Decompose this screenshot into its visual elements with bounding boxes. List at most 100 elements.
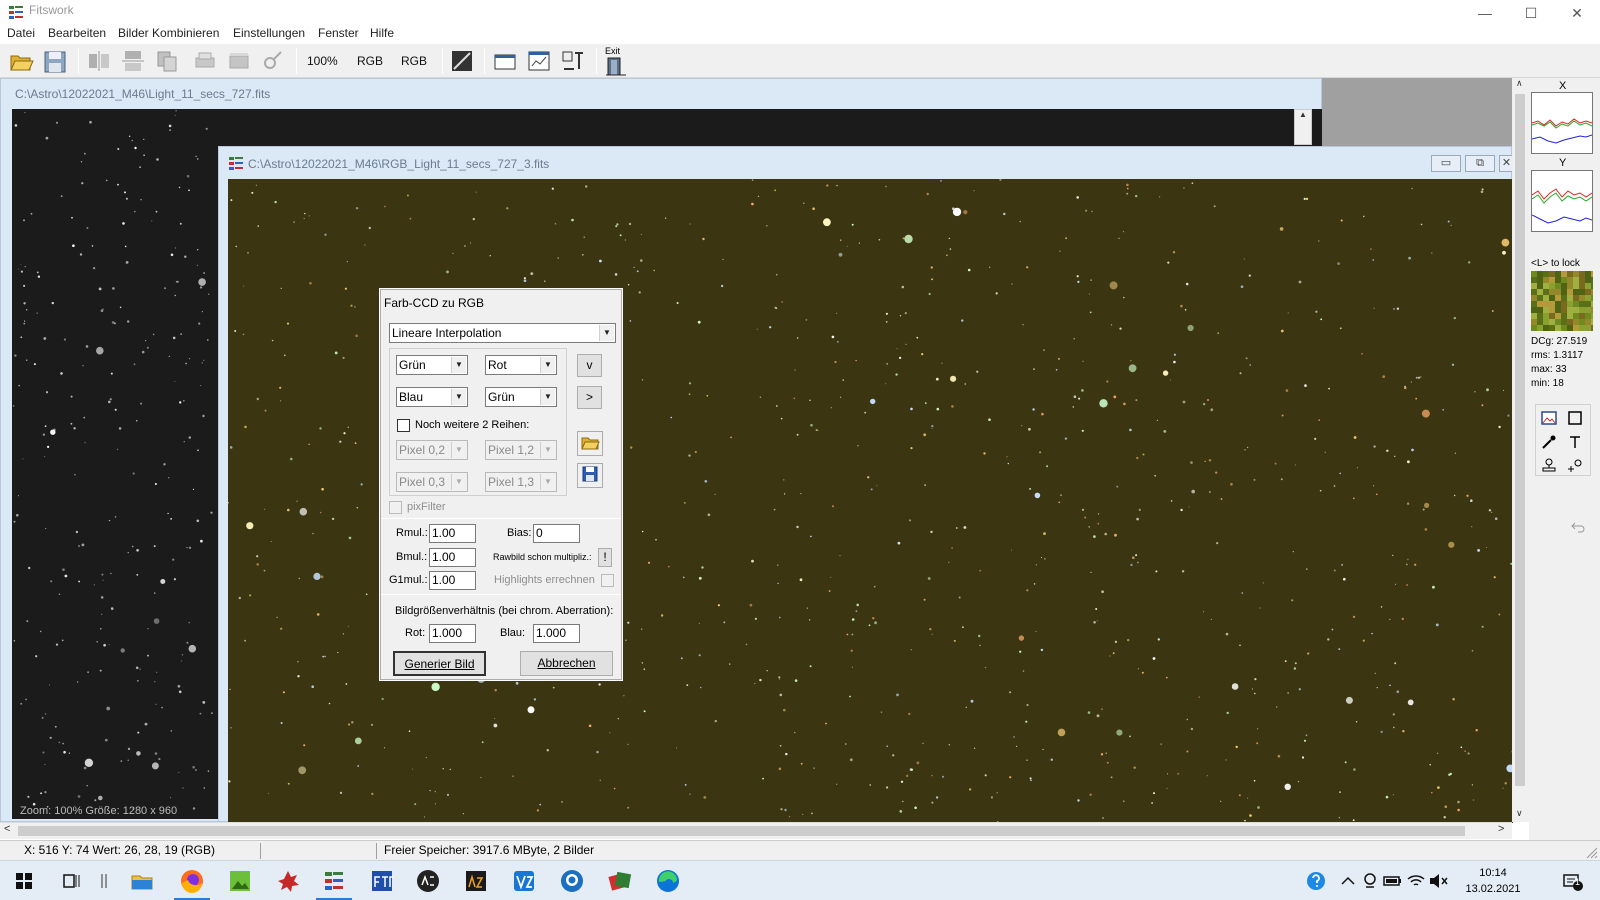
matrix-r2c1-select[interactable]: Blau ▼: [396, 387, 468, 407]
resize-grip-icon[interactable]: [1584, 845, 1598, 859]
rot-ratio-input[interactable]: 1.000: [429, 624, 476, 643]
edge-browser-icon[interactable]: [652, 865, 684, 897]
asistudio-icon[interactable]: [460, 865, 492, 897]
undo-icon[interactable]: [1567, 518, 1587, 538]
v2-app-icon[interactable]: [508, 865, 540, 897]
stamp-tool-icon[interactable]: [1539, 456, 1559, 476]
menu-bearbeiten[interactable]: Bearbeiten: [48, 26, 106, 40]
preview-pixel: [1573, 295, 1579, 301]
bmul-input[interactable]: 1.00: [429, 548, 476, 567]
point-tool-icon[interactable]: [1565, 456, 1585, 476]
bias-input[interactable]: 0: [533, 524, 580, 543]
workspace-vscroll[interactable]: ∧ ∨: [1512, 78, 1529, 822]
star: [324, 655, 326, 658]
cancel-button[interactable]: Abbrechen: [520, 651, 613, 676]
star: [348, 536, 352, 540]
star: [344, 287, 347, 290]
star: [93, 584, 95, 586]
star: [1488, 509, 1492, 512]
extra-r1c2-select[interactable]: Pixel 1,2 ▼: [485, 440, 557, 460]
star: [885, 185, 887, 188]
notification-center-icon[interactable]: [1556, 865, 1588, 897]
generate-image-button[interactable]: Generier Bild: [393, 651, 486, 676]
scroll-right-arrow-icon[interactable]: >: [1498, 823, 1504, 835]
star-measure-icon[interactable]: [560, 47, 586, 75]
exit-button[interactable]: Exit: [603, 46, 629, 76]
star: [167, 512, 169, 515]
save-disk-icon[interactable]: [42, 47, 68, 75]
matrix-r1c2-select[interactable]: Rot ▼: [485, 355, 557, 375]
task-view-icon[interactable]: [56, 865, 88, 897]
help-icon[interactable]: [1300, 865, 1332, 897]
firefox-icon[interactable]: [176, 865, 208, 897]
star: [1411, 187, 1413, 190]
scroll-up-arrow-icon[interactable]: ▲: [1295, 110, 1311, 119]
ftp-client-icon[interactable]: [366, 865, 398, 897]
menu-bilder-kombinieren[interactable]: Bilder Kombinieren: [118, 26, 219, 40]
github-icon[interactable]: [556, 865, 588, 897]
dialog-divider: [381, 594, 621, 595]
g1mul-input[interactable]: 1.00: [429, 571, 476, 590]
menu-hilfe[interactable]: Hilfe: [370, 26, 394, 40]
red-splat-app-icon[interactable]: [272, 865, 304, 897]
menu-einstellungen[interactable]: Einstellungen: [233, 26, 305, 40]
pixfilter-checkbox[interactable]: [389, 501, 402, 514]
rgb-button-1[interactable]: RGB: [357, 54, 383, 68]
rgb-window-close-button[interactable]: ✕: [1499, 155, 1513, 172]
zoom-100-button[interactable]: 100%: [307, 54, 338, 68]
rectangle-tool-icon[interactable]: [1565, 408, 1585, 428]
star: [1319, 489, 1322, 492]
fitswork-task-icon[interactable]: [318, 865, 350, 897]
file-explorer-icon[interactable]: [126, 865, 158, 897]
extra-r1c1-select[interactable]: Pixel 0,2 ▼: [396, 440, 468, 460]
interpolation-select[interactable]: Lineare Interpolation ▼: [389, 323, 616, 343]
matrix-rotate-v-button[interactable]: v: [577, 354, 602, 377]
pipette-icon[interactable]: [1539, 432, 1559, 452]
rgb-window-restore-button[interactable]: ⧉: [1465, 155, 1495, 172]
graph-window-icon[interactable]: [526, 47, 552, 75]
scroll-down-arrow-icon[interactable]: ∨: [1516, 808, 1523, 819]
menu-datei[interactable]: Datei: [7, 26, 35, 40]
extra-r2c1-select[interactable]: Pixel 0,3 ▼: [396, 472, 468, 492]
rgb-window-minimize-button[interactable]: ▭: [1431, 155, 1461, 172]
image-window-icon[interactable]: [492, 47, 518, 75]
workspace-hscroll-thumb[interactable]: [18, 826, 1465, 836]
save-matrix-button[interactable]: [577, 463, 603, 488]
tools-icon[interactable]: [260, 47, 286, 75]
image-select-icon[interactable]: [1539, 408, 1559, 428]
layers-icon[interactable]: [226, 47, 252, 75]
light-frame-vscroll[interactable]: ▲: [1294, 109, 1312, 145]
print-icon[interactable]: [192, 47, 218, 75]
flip-vertical-icon[interactable]: [120, 47, 146, 75]
asi-camera-icon[interactable]: [412, 865, 444, 897]
rgb-button-2[interactable]: RGB: [401, 54, 427, 68]
matrix-r2c2-select[interactable]: Grün ▼: [485, 387, 557, 407]
workspace-vscroll-thumb[interactable]: [1515, 94, 1525, 786]
speaker-muted-icon[interactable]: [1422, 865, 1454, 897]
workspace-hscroll[interactable]: < >: [0, 822, 1512, 839]
matrix-r1c1-select[interactable]: Grün ▼: [396, 355, 468, 375]
text-tool-icon[interactable]: [1565, 432, 1585, 452]
menu-fenster[interactable]: Fenster: [318, 26, 359, 40]
more-rows-checkbox[interactable]: [397, 419, 410, 432]
extra-r2c2-select[interactable]: Pixel 1,3 ▼: [485, 472, 557, 492]
star: [1352, 615, 1356, 618]
scroll-up-arrow-icon[interactable]: ∧: [1516, 78, 1523, 89]
copy-images-icon[interactable]: [154, 47, 180, 75]
rmul-input[interactable]: 1.00: [429, 524, 476, 543]
highlights-checkbox[interactable]: [601, 574, 614, 587]
image-viewer-icon[interactable]: [224, 865, 256, 897]
rawbild-button[interactable]: !: [598, 548, 612, 567]
system-clock[interactable]: 10:14 13.02.2021: [1458, 865, 1528, 897]
histogram-curve-icon[interactable]: [449, 47, 475, 75]
flip-horizontal-icon[interactable]: [86, 47, 112, 75]
star: [546, 749, 549, 752]
windows-start-icon[interactable]: [8, 865, 40, 897]
scroll-left-arrow-icon[interactable]: <: [4, 823, 10, 835]
blau-ratio-input[interactable]: 1.000: [533, 624, 580, 643]
load-matrix-button[interactable]: [577, 431, 603, 456]
open-folder-icon[interactable]: [8, 47, 34, 75]
cards-app-icon[interactable]: [604, 865, 636, 897]
matrix-rotate-right-button[interactable]: >: [577, 386, 602, 409]
star: [70, 422, 73, 425]
